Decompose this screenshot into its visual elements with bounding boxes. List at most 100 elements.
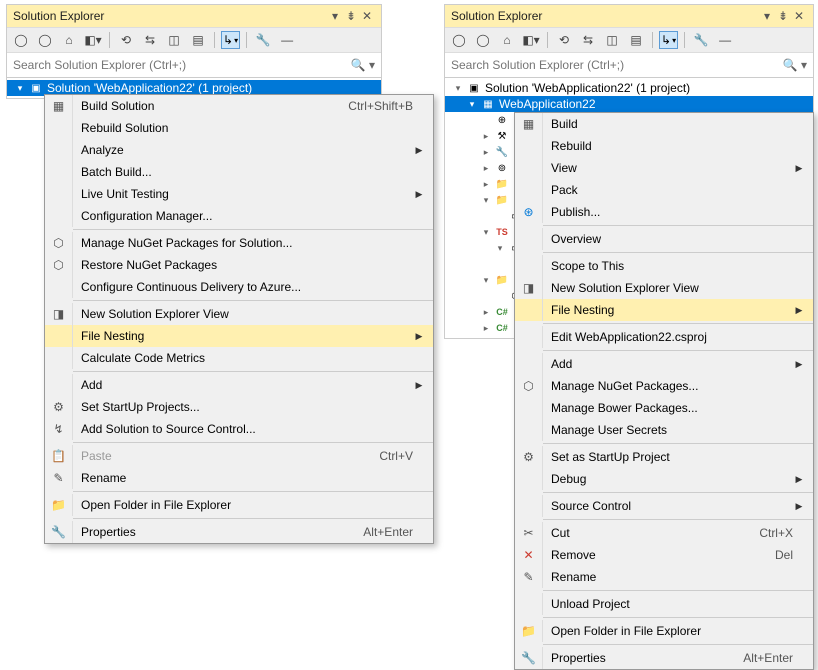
menu-item[interactable]: Rebuild <box>515 135 813 157</box>
fwd-icon[interactable]: ◯ <box>35 30 55 50</box>
expander-icon[interactable]: ▾ <box>453 83 463 94</box>
menu-item[interactable]: File Nesting▶ <box>45 325 433 347</box>
menu-item[interactable]: 📁Open Folder in File Explorer <box>515 620 813 642</box>
expander-icon[interactable]: ▸ <box>481 179 491 190</box>
refresh-icon[interactable]: ⟲ <box>554 30 574 50</box>
menu-label: Properties <box>543 651 727 665</box>
menu-item[interactable]: Unload Project <box>515 593 813 615</box>
preview-icon[interactable]: ▤ <box>626 30 646 50</box>
fwd-icon[interactable]: ◯ <box>473 30 493 50</box>
menu-item[interactable]: 🔧PropertiesAlt+Enter <box>515 647 813 669</box>
search-icon[interactable]: 🔍 ▾ <box>783 58 807 72</box>
menu-item[interactable]: Add▶ <box>45 374 433 396</box>
menu-shortcut: Alt+Enter <box>347 525 413 539</box>
close-icon[interactable]: ✕ <box>359 8 375 24</box>
context-menu-solution: ▦Build SolutionCtrl+Shift+B Rebuild Solut… <box>44 94 434 544</box>
sync-icon[interactable]: ◧▾ <box>83 30 103 50</box>
menu-item[interactable]: Calculate Code Metrics <box>45 347 433 369</box>
menu-item[interactable]: Debug▶ <box>515 468 813 490</box>
more-icon[interactable]: — <box>715 30 735 50</box>
menu-item[interactable]: File Nesting▶ <box>515 299 813 321</box>
refresh-icon[interactable]: ⟲ <box>116 30 136 50</box>
menu-item[interactable]: ✎Rename <box>45 467 433 489</box>
expander-icon[interactable]: ▸ <box>481 147 491 158</box>
menu-item[interactable]: ◨New Solution Explorer View <box>515 277 813 299</box>
menu-item[interactable]: ⬡Restore NuGet Packages <box>45 254 433 276</box>
expander-icon[interactable]: ▾ <box>15 83 25 94</box>
collapse-icon[interactable]: ⇆ <box>140 30 160 50</box>
submenu-arrow-icon: ▶ <box>413 189 425 200</box>
menu-label: Rebuild Solution <box>73 121 413 135</box>
expander-icon[interactable]: ▸ <box>481 323 491 334</box>
menu-item[interactable]: ▦Build <box>515 113 813 135</box>
showall-icon[interactable]: ◫ <box>164 30 184 50</box>
wrench-icon: 🔧 <box>45 521 73 543</box>
expander-icon[interactable]: ▾ <box>495 243 505 254</box>
menu-item[interactable]: ⊛Publish... <box>515 201 813 223</box>
menu-item[interactable]: Pack <box>515 179 813 201</box>
more-icon[interactable]: — <box>277 30 297 50</box>
menu-item[interactable]: 📁Open Folder in File Explorer <box>45 494 433 516</box>
tree-node[interactable]: ▾▣Solution 'WebApplication22' (1 project… <box>445 80 813 96</box>
preview-icon[interactable]: ▤ <box>188 30 208 50</box>
nest-toggle[interactable]: ↳▾ <box>659 31 678 49</box>
properties-icon[interactable]: 🔧 <box>691 30 711 50</box>
expander-icon[interactable]: ▸ <box>481 131 491 142</box>
menu-item[interactable]: ◨New Solution Explorer View <box>45 303 433 325</box>
dropdown-icon[interactable]: ▾ <box>759 8 775 24</box>
search-icon[interactable]: 🔍 ▾ <box>351 58 375 72</box>
nest-toggle[interactable]: ↳▾ <box>221 31 240 49</box>
search-input[interactable] <box>451 55 783 75</box>
expander-icon[interactable]: ▾ <box>481 227 491 238</box>
menu-item[interactable]: Configuration Manager... <box>45 205 433 227</box>
menu-item[interactable]: ✂CutCtrl+X <box>515 522 813 544</box>
blank-icon <box>515 397 543 419</box>
expander-icon[interactable]: ▸ <box>481 307 491 318</box>
menu-item[interactable]: Analyze▶ <box>45 139 433 161</box>
pin-icon[interactable]: ⇟ <box>775 8 791 24</box>
menu-item[interactable]: Live Unit Testing▶ <box>45 183 433 205</box>
expander-icon[interactable]: ▾ <box>481 195 491 206</box>
pin-icon[interactable]: ⇟ <box>343 8 359 24</box>
tree-node[interactable]: ▾▦WebApplication22 <box>445 96 813 112</box>
expander-icon[interactable]: ▾ <box>467 99 477 110</box>
home-icon[interactable]: ⌂ <box>59 30 79 50</box>
back-icon[interactable]: ◯ <box>449 30 469 50</box>
menu-item[interactable]: ⬡Manage NuGet Packages... <box>515 375 813 397</box>
menu-item[interactable]: Batch Build... <box>45 161 433 183</box>
menu-label: Properties <box>73 525 347 539</box>
menu-item[interactable]: Manage User Secrets <box>515 419 813 441</box>
menu-item[interactable]: ✕RemoveDel <box>515 544 813 566</box>
collapse-icon[interactable]: ⇆ <box>578 30 598 50</box>
properties-icon[interactable]: 🔧 <box>253 30 273 50</box>
showall-icon[interactable]: ◫ <box>602 30 622 50</box>
search-input[interactable] <box>13 55 351 75</box>
menu-item[interactable]: View▶ <box>515 157 813 179</box>
menu-item[interactable]: Manage Bower Packages... <box>515 397 813 419</box>
sync-icon[interactable]: ◧▾ <box>521 30 541 50</box>
home-icon[interactable]: ⌂ <box>497 30 517 50</box>
menu-item[interactable]: Scope to This <box>515 255 813 277</box>
menu-item[interactable]: Add▶ <box>515 353 813 375</box>
menu-item[interactable]: ⚙Set StartUp Projects... <box>45 396 433 418</box>
expander-icon[interactable]: ▸ <box>481 163 491 174</box>
menu-item[interactable]: Source Control▶ <box>515 495 813 517</box>
close-icon[interactable]: ✕ <box>791 8 807 24</box>
dropdown-icon[interactable]: ▾ <box>327 8 343 24</box>
blank-icon <box>515 135 543 157</box>
submenu-arrow-icon: ▶ <box>413 331 425 342</box>
menu-item[interactable]: ⚙Set as StartUp Project <box>515 446 813 468</box>
back-icon[interactable]: ◯ <box>11 30 31 50</box>
menu-item[interactable]: ✎Rename <box>515 566 813 588</box>
connected-icon: ⊕ <box>495 113 509 127</box>
menu-item[interactable]: Overview <box>515 228 813 250</box>
menu-item[interactable]: Rebuild Solution <box>45 117 433 139</box>
menu-item[interactable]: Edit WebApplication22.csproj <box>515 326 813 348</box>
menu-item[interactable]: ↯Add Solution to Source Control... <box>45 418 433 440</box>
menu-item[interactable]: ⬡Manage NuGet Packages for Solution... <box>45 232 433 254</box>
menu-item[interactable]: 🔧PropertiesAlt+Enter <box>45 521 433 543</box>
menu-item[interactable]: ▦Build SolutionCtrl+Shift+B <box>45 95 433 117</box>
submenu-arrow-icon: ▶ <box>793 305 805 316</box>
menu-item[interactable]: Configure Continuous Delivery to Azure..… <box>45 276 433 298</box>
expander-icon[interactable]: ▾ <box>481 275 491 286</box>
